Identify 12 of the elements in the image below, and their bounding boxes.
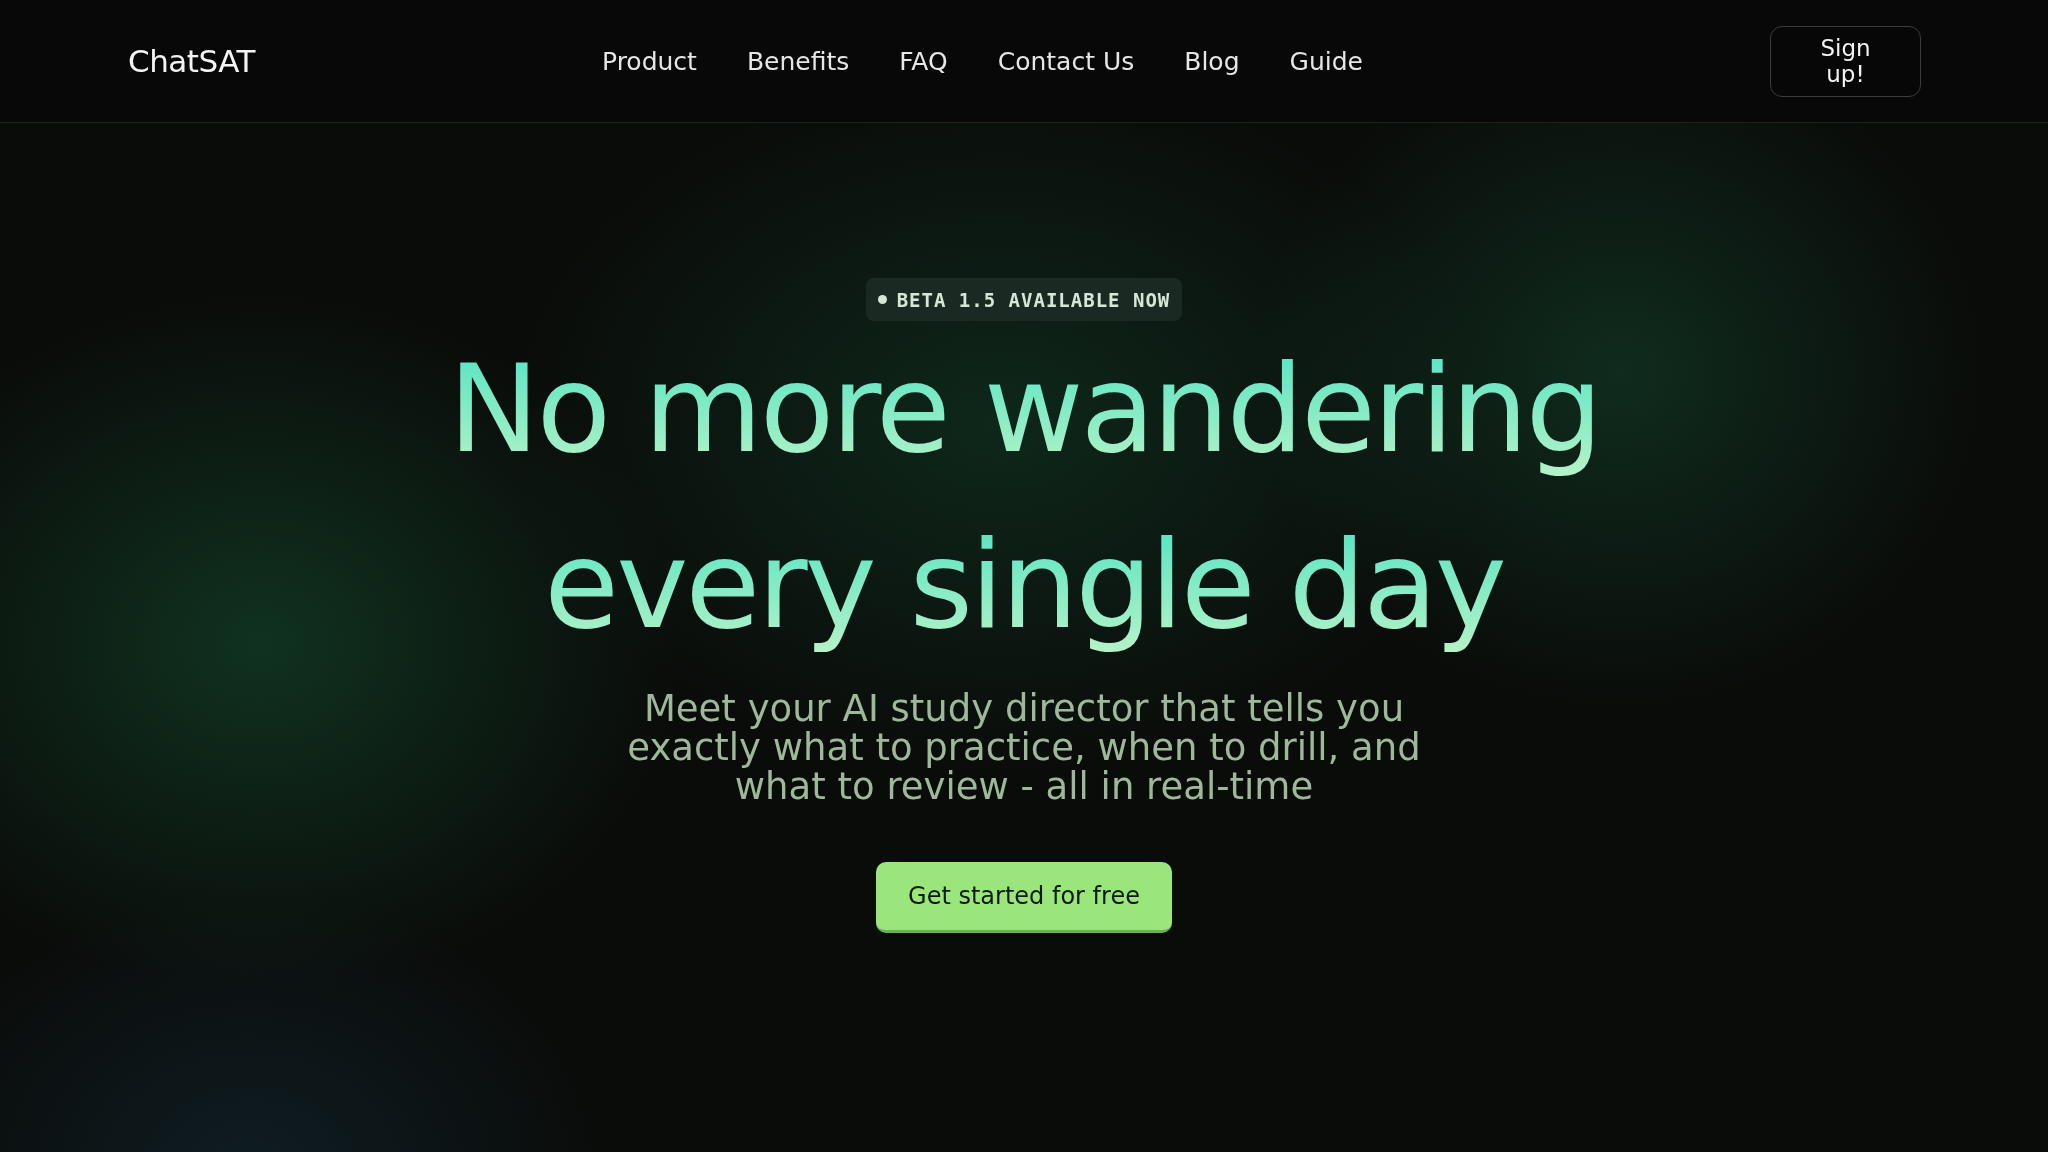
nav-link[interactable]: FAQ [899,46,948,76]
nav-link[interactable]: Guide [1289,46,1363,76]
get-started-button[interactable]: Get started for free [876,862,1172,933]
nav-link[interactable]: Contact Us [997,46,1135,76]
nav-link[interactable]: Product [602,46,697,76]
dot-icon [877,295,887,304]
badge-text: BETA 1.5 AVAILABLE NOW [896,288,1171,311]
nav-link[interactable]: Blog [1184,46,1240,76]
sign-up-button[interactable]: Sign up! [1770,25,1921,97]
logo[interactable]: ChatSAT [128,43,255,79]
subtitle: Meet your AI study director that tells you exactly what to practice, when to drill, and what to review - all in real-time [626,689,1422,806]
nav-link[interactable]: Benefits [746,46,850,76]
